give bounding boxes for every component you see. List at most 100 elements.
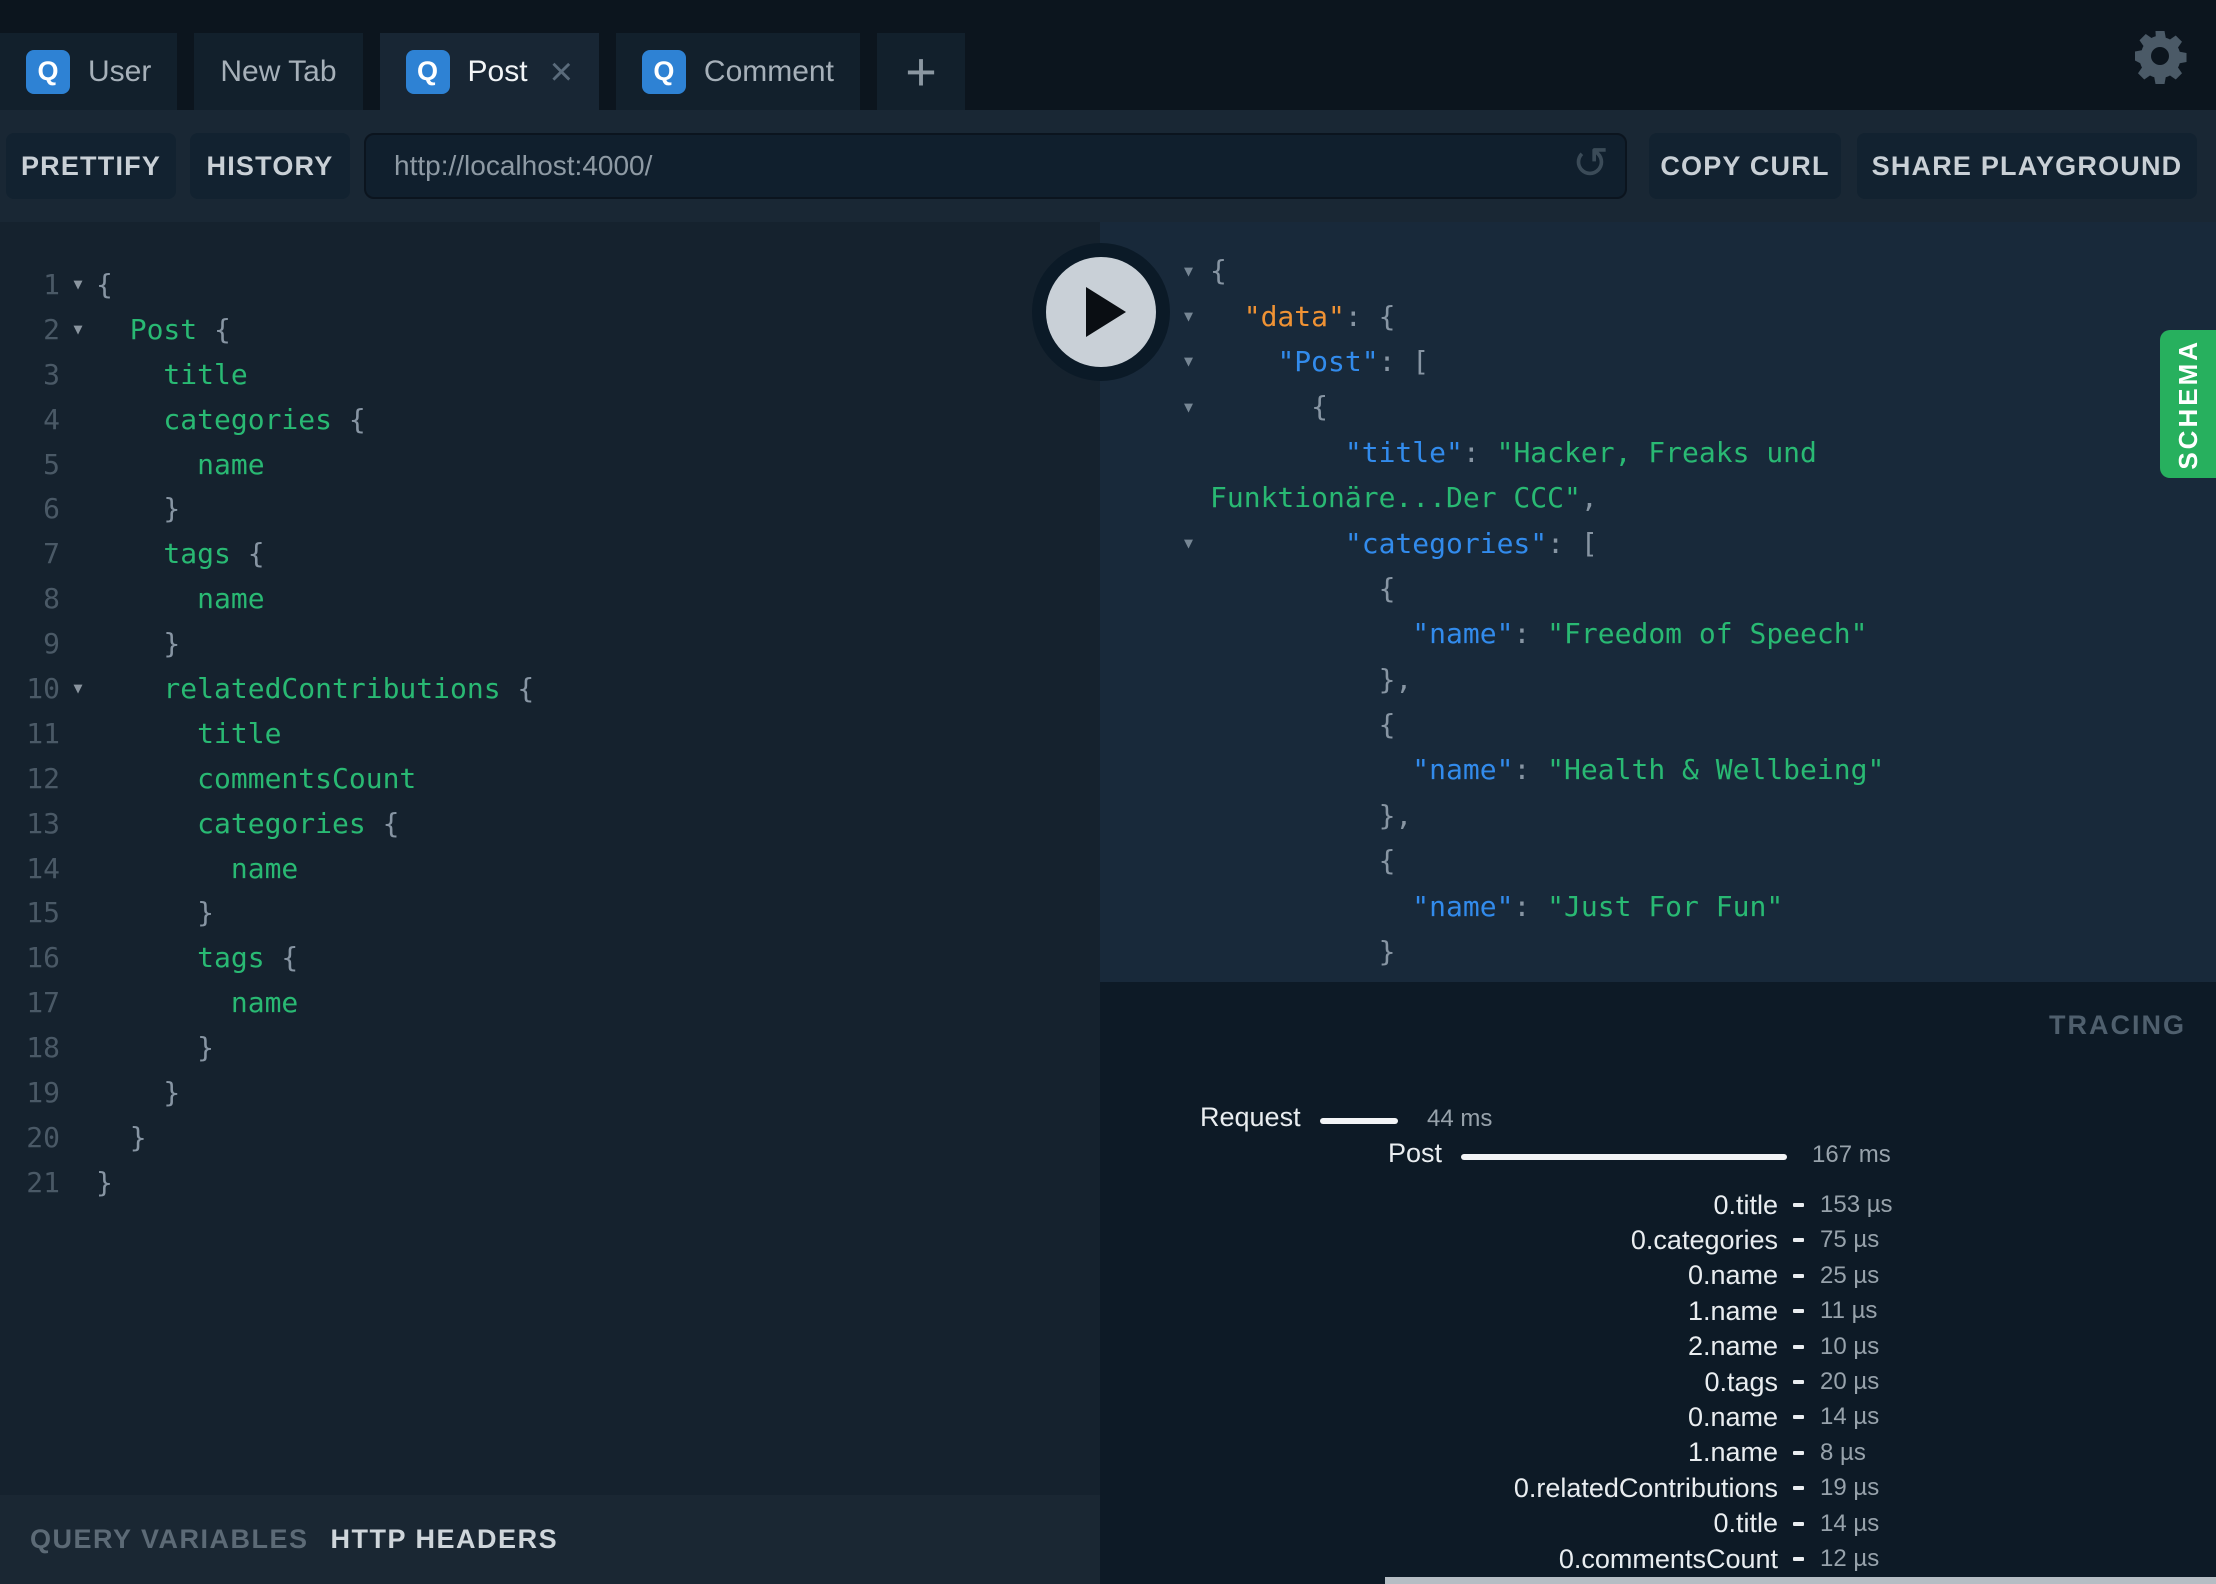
history-button[interactable]: HISTORY	[190, 133, 350, 199]
resolver-duration: 19 µs	[1820, 1474, 1880, 1502]
play-icon	[1086, 287, 1126, 337]
response-line: ▼{	[1100, 248, 2216, 293]
execute-query-button[interactable]	[1032, 243, 1170, 381]
line-number: 11	[26, 716, 60, 750]
editor-code: name	[96, 851, 299, 885]
line-number: 1	[43, 267, 60, 301]
fold-arrow-icon[interactable]: ▼	[60, 320, 96, 338]
endpoint-url-wrap: ↺	[364, 133, 1627, 199]
query-editor[interactable]: 1 ▼{2 ▼ Post {3 title 4 categories {5 name 6…	[0, 222, 1100, 1495]
resolver-duration-bar	[1793, 1273, 1804, 1278]
editor-line: 5 name	[0, 442, 1100, 487]
endpoint-url-input[interactable]	[364, 133, 1627, 199]
close-tab-icon[interactable]: ×	[550, 52, 573, 92]
response-code: Funktionäre...Der CCC",	[1210, 481, 1598, 515]
editor-line: 14 name	[0, 846, 1100, 891]
query-badge: Q	[405, 49, 450, 94]
query-badge: Q	[641, 49, 686, 94]
line-number: 19	[26, 1075, 60, 1109]
response-line: "name": "Health & Wellbeing"	[1100, 747, 2216, 792]
line-number: 13	[26, 806, 60, 840]
editor-code: name	[96, 986, 299, 1020]
editor-line: 12 commentsCount	[0, 756, 1100, 801]
resolver-duration: 12 µs	[1820, 1545, 1880, 1572]
response-code: },	[1210, 662, 1413, 696]
response-line: {	[1100, 838, 2216, 883]
response-code: "title": "Hacker, Freaks und	[1344, 435, 1817, 469]
resolver-duration-bar	[1793, 1557, 1804, 1561]
tab-post[interactable]: Q Post ×	[379, 33, 599, 110]
response-code: }	[1210, 935, 1396, 969]
copy-curl-button[interactable]: COPY CURL	[1649, 133, 1841, 199]
fold-arrow-icon[interactable]: ▼	[60, 679, 96, 697]
editor-line: 2 ▼ Post {	[0, 307, 1100, 352]
fold-arrow-icon[interactable]: ▼	[1184, 352, 1210, 370]
settings-gear-icon[interactable]	[2130, 26, 2190, 86]
fold-arrow-icon[interactable]: ▼	[1184, 307, 1210, 325]
refresh-schema-icon[interactable]: ↺	[1572, 141, 1609, 186]
tracing-resolver-row: 0.tags 20 µs	[1100, 1366, 2000, 1398]
fold-arrow-icon[interactable]: ▼	[1184, 262, 1210, 280]
editor-code: commentsCount	[96, 761, 417, 795]
new-tab-button[interactable]: +	[876, 33, 965, 110]
query-variables-tab[interactable]: QUERY VARIABLES	[30, 1524, 309, 1555]
resolver-duration: 20 µs	[1820, 1368, 1880, 1395]
resolver-path: 0.tags	[1704, 1366, 1778, 1397]
editor-line: 15 }	[0, 890, 1100, 935]
line-number: 16	[26, 941, 60, 975]
line-number: 18	[26, 1031, 60, 1065]
fold-arrow-icon[interactable]: ▼	[1184, 398, 1210, 416]
editor-code: categories {	[96, 806, 400, 840]
line-number: 12	[26, 761, 60, 795]
response-line: ]	[1100, 974, 2216, 982]
schema-sidebar-tab[interactable]: SCHEMA	[2160, 330, 2216, 478]
tab-comment[interactable]: Q Comment	[615, 33, 860, 110]
editor-code: {	[96, 267, 113, 301]
response-line: {	[1100, 702, 2216, 747]
editor-line: 3 title	[0, 352, 1100, 397]
resolver-duration: 8 µs	[1820, 1438, 1866, 1466]
tab-user[interactable]: Q User	[0, 33, 178, 110]
resolver-duration-bar	[1793, 1450, 1804, 1455]
response-code: {	[1210, 254, 1227, 288]
tracing-request-duration: 44 ms	[1427, 1105, 1493, 1132]
response-code: "data": {	[1243, 299, 1396, 333]
tracing-resolver-row: 0.categories 75 µs	[1100, 1224, 2000, 1256]
fold-arrow-icon[interactable]: ▼	[1184, 534, 1210, 552]
response-line: ▼ "categories": [	[1100, 520, 2216, 565]
editor-code: categories {	[96, 402, 366, 436]
tracing-request-label: Request	[1200, 1102, 1301, 1132]
editor-line: 8 name	[0, 576, 1100, 621]
editor-code: }	[96, 1075, 181, 1109]
prettify-button[interactable]: PRETTIFY	[6, 133, 176, 199]
editor-line: 4 categories {	[0, 397, 1100, 442]
response-code: {	[1210, 708, 1396, 742]
response-code: {	[1210, 390, 1329, 424]
horizontal-scrollbar[interactable]	[1385, 1577, 2216, 1584]
tracing-panel: TRACING Request 44 ms Post 167 ms 0.titl…	[1100, 982, 2216, 1584]
main-area: 1 ▼{2 ▼ Post {3 title 4 categories {5 name 6…	[0, 222, 2216, 1584]
line-number: 10	[26, 671, 60, 705]
line-number: 21	[26, 1165, 60, 1199]
tab-list: Q User New Tab Q Post × Q Comment +	[0, 33, 982, 110]
editor-code: name	[96, 447, 265, 481]
tab-label: New Tab	[220, 54, 337, 88]
tab-new-tab[interactable]: New Tab	[194, 33, 363, 110]
tab-label: Post	[467, 54, 528, 88]
editor-line: 13 categories {	[0, 801, 1100, 846]
editor-code: }	[96, 1165, 113, 1199]
share-playground-button[interactable]: SHARE PLAYGROUND	[1857, 133, 2197, 199]
resolver-path: 0.title	[1713, 1508, 1778, 1539]
editor-line: 6 }	[0, 486, 1100, 531]
tracing-resolver-row: 0.commentsCount 12 µs	[1100, 1543, 2000, 1575]
line-number: 17	[26, 986, 60, 1020]
response-code: "name": "Health & Wellbeing"	[1412, 753, 1885, 787]
resolver-duration-bar	[1793, 1415, 1804, 1420]
editor-line: 18 }	[0, 1025, 1100, 1070]
editor-code: }	[96, 896, 215, 930]
fold-arrow-icon[interactable]: ▼	[60, 275, 96, 293]
response-viewer: ▼{▼ "data": {▼ "Post": [▼ { "title": "Ha…	[1100, 222, 2216, 982]
http-headers-tab[interactable]: HTTP HEADERS	[331, 1524, 559, 1555]
tab-label: Comment	[703, 54, 834, 88]
response-code: {	[1210, 571, 1396, 605]
